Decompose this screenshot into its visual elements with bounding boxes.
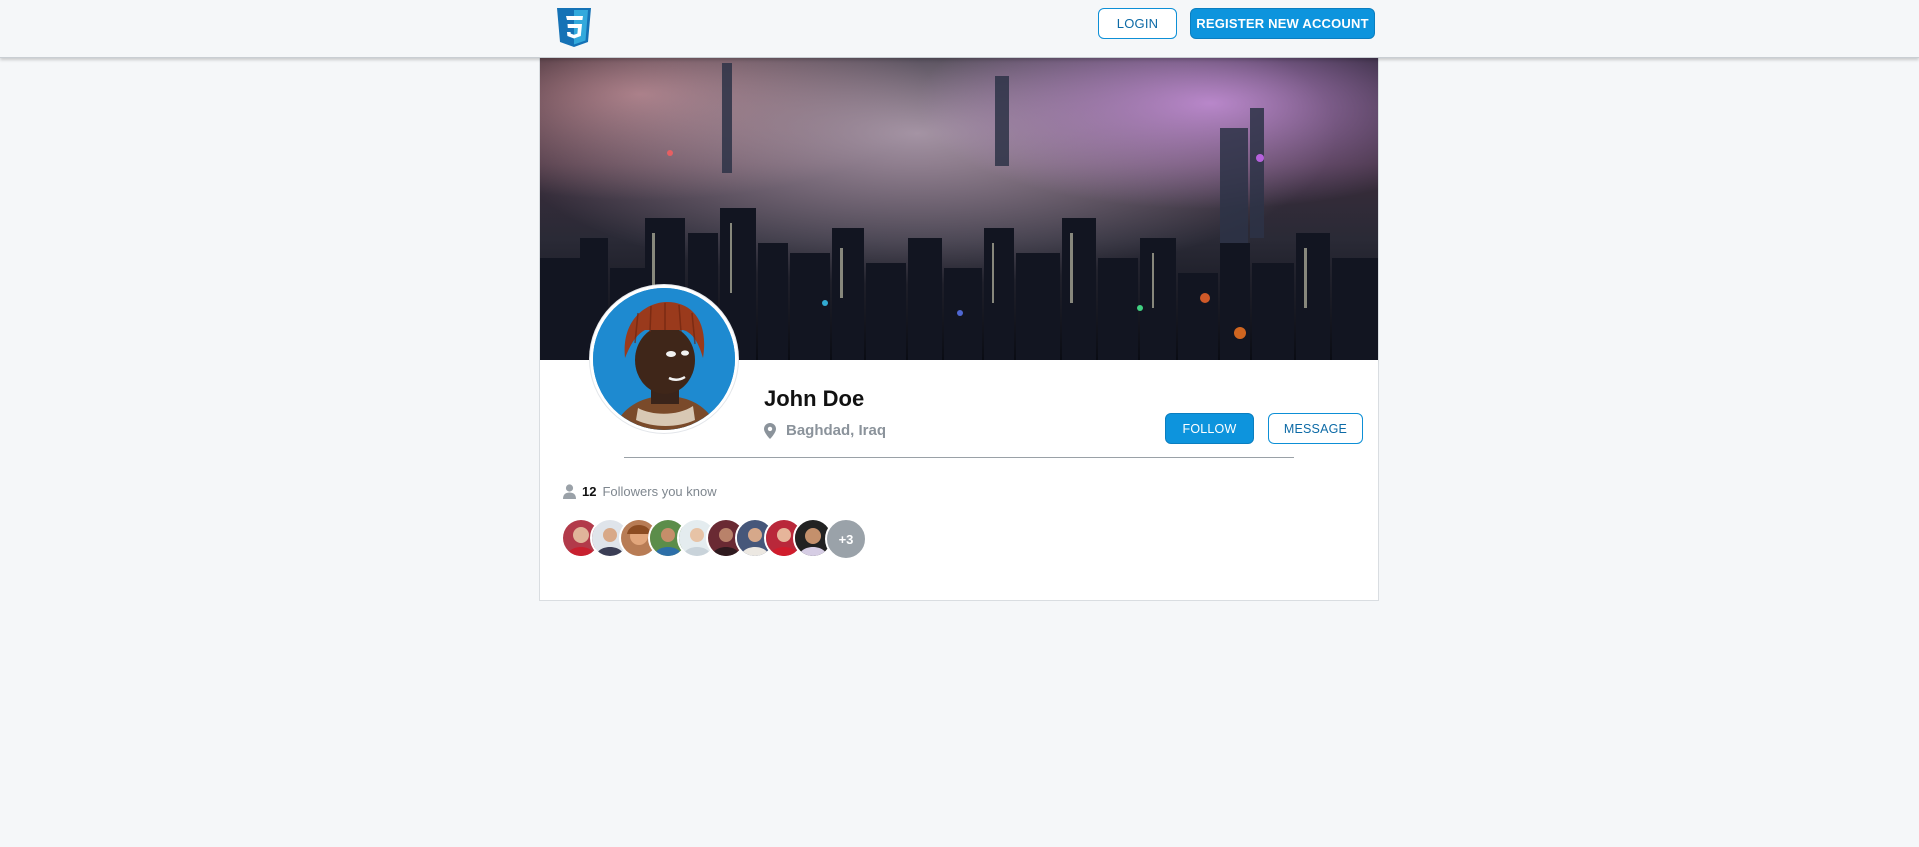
more-followers-badge[interactable]: +3 [825, 518, 867, 560]
follow-button[interactable]: FOLLOW [1165, 413, 1254, 444]
login-button[interactable]: LOGIN [1098, 8, 1177, 39]
profile-name: John Doe [764, 386, 865, 411]
map-pin-icon [764, 422, 776, 439]
profile-divider [624, 457, 1294, 458]
mutual-followers-avatars: +3 [561, 518, 891, 560]
register-new-account-button[interactable]: REGISTER NEW ACCOUNT [1190, 8, 1375, 39]
followers-label: Followers you know [602, 484, 717, 499]
top-navigation-bar: LOGIN REGISTER NEW ACCOUNT [0, 0, 1919, 58]
mutual-followers-summary: 12 Followers you know [563, 484, 717, 499]
profile-avatar[interactable] [590, 285, 738, 433]
css3-logo-icon[interactable] [555, 7, 593, 48]
user-icon [563, 484, 576, 499]
message-button[interactable]: MESSAGE [1268, 413, 1363, 444]
location-text: Baghdad, Iraq [786, 422, 887, 439]
profile-location: Baghdad, Iraq [764, 422, 886, 439]
followers-count: 12 [582, 484, 597, 499]
